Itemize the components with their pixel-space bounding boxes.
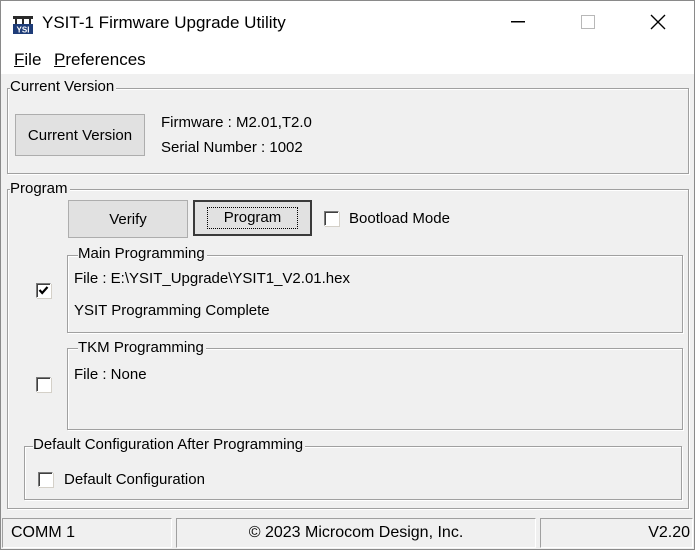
- menu-preferences-hotkey: P: [54, 50, 66, 69]
- ysi-logo-icon: YSI: [13, 16, 33, 35]
- program-button[interactable]: Program: [193, 200, 312, 236]
- serial-number-text: Serial Number : 1002: [161, 139, 303, 156]
- status-copyright: © 2023 Microcom Design, Inc.: [176, 518, 536, 548]
- status-port: COMM 1: [2, 518, 172, 548]
- tkm-programming-group-label: TKM Programming: [78, 339, 206, 356]
- minimize-icon: [511, 21, 525, 23]
- main-programming-group-label: Main Programming: [78, 245, 207, 262]
- svg-text:YSI: YSI: [17, 26, 30, 35]
- close-button[interactable]: [630, 0, 686, 44]
- minimize-button[interactable]: [490, 0, 546, 44]
- bootload-mode-checkbox[interactable]: [324, 211, 339, 226]
- default-configuration-label: Default Configuration: [64, 471, 205, 488]
- menu-file[interactable]: File: [14, 50, 41, 70]
- menu-preferences[interactable]: Preferences: [54, 50, 146, 70]
- menu-file-hotkey: F: [14, 50, 25, 69]
- bootload-mode-label: Bootload Mode: [349, 210, 450, 227]
- tkm-programming-group: [67, 348, 683, 430]
- close-icon: [650, 14, 666, 30]
- current-version-button[interactable]: Current Version: [15, 114, 145, 156]
- main-programming-status: YSIT Programming Complete: [74, 302, 270, 319]
- default-configuration-checkbox[interactable]: [38, 472, 53, 487]
- window-title: YSIT-1 Firmware Upgrade Utility: [42, 13, 286, 32]
- maximize-button[interactable]: [560, 0, 616, 44]
- firmware-version-text: Firmware : M2.01,T2.0: [161, 114, 312, 131]
- main-programming-checkbox[interactable]: [36, 283, 51, 298]
- tkm-programming-file: File : None: [74, 366, 147, 383]
- default-configuration-group-label: Default Configuration After Programming: [33, 436, 306, 453]
- menu-preferences-label: references: [65, 50, 146, 69]
- status-version: V2.20: [540, 518, 693, 548]
- program-group-label: Program: [10, 180, 70, 197]
- main-programming-group: [67, 255, 683, 333]
- main-programming-file: File : E:\YSIT_Upgrade\YSIT1_V2.01.hex: [74, 270, 350, 287]
- checkmark-icon: [38, 286, 49, 295]
- program-button-label: Program: [206, 207, 299, 229]
- maximize-icon: [581, 15, 595, 29]
- verify-button[interactable]: Verify: [68, 200, 188, 238]
- current-version-group-label: Current Version: [10, 78, 117, 95]
- tkm-programming-checkbox[interactable]: [36, 377, 51, 392]
- menu-file-label: ile: [24, 50, 42, 69]
